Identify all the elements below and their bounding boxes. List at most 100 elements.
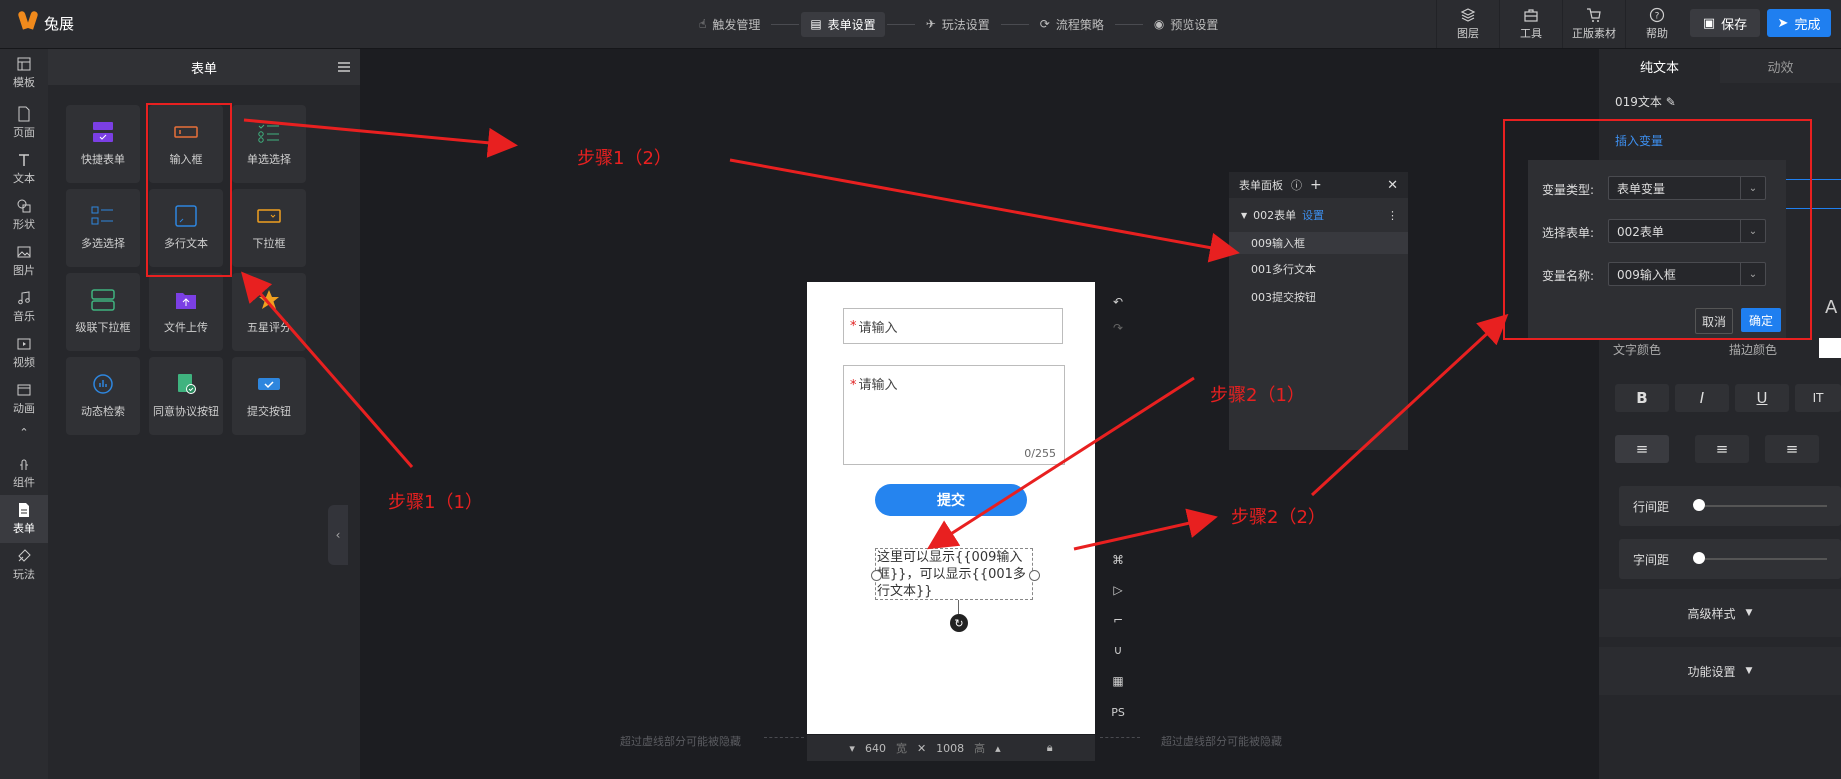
rail-label: 形状	[13, 218, 35, 231]
rail-item-shape[interactable]: 形状	[0, 191, 48, 239]
save-icon: ▣	[1702, 15, 1716, 31]
form-group-row[interactable]: ▼ 002表单 设置 ⋮	[1229, 204, 1408, 226]
layers-button[interactable]: 图层	[1436, 0, 1499, 48]
tile-dynamic-search[interactable]: 动态检索	[66, 357, 140, 435]
align-center-button[interactable]: ≡	[1695, 435, 1749, 463]
font-icon[interactable]: A	[1825, 297, 1837, 318]
rail-label: 组件	[13, 476, 35, 489]
rail-label: 音乐	[13, 310, 35, 323]
tile-agree-button[interactable]: 同意协议按钮	[149, 357, 223, 435]
close-icon[interactable]: ✕	[1387, 178, 1398, 193]
rail-expand[interactable]: ⌃	[0, 421, 48, 443]
undo-button[interactable]: ↶	[1108, 292, 1128, 312]
more-icon[interactable]: ⋮	[1387, 209, 1398, 222]
rail-item-text[interactable]: 文本	[0, 145, 48, 193]
canvas-input-field[interactable]: * 请输入	[843, 308, 1063, 344]
required-mark: *	[850, 318, 857, 334]
edit-icon[interactable]: ✎	[1666, 95, 1676, 109]
panel-collapse-handle[interactable]: ‹	[328, 505, 348, 565]
letter-spacing-knob[interactable]	[1693, 552, 1705, 564]
menu-icon[interactable]	[336, 59, 352, 75]
color-swatch[interactable]	[1819, 338, 1841, 358]
step-preview-settings[interactable]: ◉ 预览设置	[1145, 12, 1228, 37]
shortcut-icon: ⌘	[1112, 553, 1124, 567]
grid-button[interactable]: ▦	[1108, 671, 1128, 691]
element-name: 019文本	[1615, 95, 1662, 109]
rail-item-component[interactable]: 组件	[0, 449, 48, 497]
resize-handle-left[interactable]	[871, 570, 882, 581]
rail-item-page[interactable]: 页面	[0, 99, 48, 147]
lock-icon[interactable]: 🔒︎	[1047, 741, 1053, 755]
shortcut-button[interactable]: ⌘	[1108, 550, 1128, 570]
rail-item-template[interactable]: 模板	[0, 49, 48, 97]
rail-item-play[interactable]: 玩法	[0, 541, 48, 589]
tile-cascade[interactable]: 级联下拉框	[66, 273, 140, 351]
info-icon[interactable]: ⓘ	[1291, 177, 1302, 193]
add-icon[interactable]: +	[1310, 177, 1322, 193]
rail-item-form[interactable]: 表单	[0, 495, 48, 543]
canvas-submit-button[interactable]: 提交	[875, 484, 1027, 516]
italic-button[interactable]: I	[1675, 384, 1729, 412]
tile-checkbox[interactable]: 多选选择	[66, 189, 140, 267]
tile-upload[interactable]: 文件上传	[149, 273, 223, 351]
phone-canvas[interactable]: * 请输入 * 请输入 0/255 提交 这里可以显示{{009输入框}}，可以显示…	[807, 282, 1095, 734]
rotate-icon: ↻	[954, 616, 964, 630]
form-item-row[interactable]: 003提交按钮	[1229, 286, 1408, 308]
help-button[interactable]: ? 帮助	[1625, 0, 1688, 48]
tile-label: 单选选择	[247, 153, 291, 166]
rotate-handle[interactable]: ↻	[950, 614, 968, 632]
rail-item-music[interactable]: 音乐	[0, 283, 48, 331]
line-spacing-knob[interactable]	[1693, 499, 1705, 511]
resize-handle-right[interactable]	[1029, 570, 1040, 581]
advanced-style-section[interactable]: 高级样式 ▼	[1599, 589, 1841, 637]
preview-play-button[interactable]: ▷	[1108, 580, 1128, 600]
step-trigger[interactable]: ☝ 触发管理	[690, 12, 769, 37]
save-button[interactable]: ▣ 保存	[1690, 9, 1760, 37]
annotation-box-components	[146, 103, 232, 277]
step-play-settings[interactable]: ✈ 玩法设置	[917, 12, 999, 37]
align-left-button[interactable]: ≡	[1615, 435, 1669, 463]
vertical-text-button[interactable]: IT	[1795, 384, 1841, 412]
toolbox-button[interactable]: 工具	[1499, 0, 1562, 48]
line-spacing-track[interactable]	[1697, 505, 1827, 507]
chevron-up-icon[interactable]: ▴	[995, 742, 1001, 755]
tab-animation[interactable]: 动效	[1720, 49, 1841, 83]
rail-item-animation[interactable]: 动画	[0, 375, 48, 423]
height-value[interactable]: 1008	[936, 742, 964, 755]
paint-button[interactable]: ⌐	[1108, 610, 1128, 630]
ps-button[interactable]: PS	[1108, 702, 1128, 722]
underline-button[interactable]: U	[1735, 384, 1789, 412]
element-name-row[interactable]: 019文本 ✎	[1615, 93, 1676, 110]
step-form-settings[interactable]: ▤ 表单设置	[801, 11, 885, 37]
letter-spacing-track[interactable]	[1697, 558, 1827, 560]
chevron-down-icon[interactable]: ▾	[849, 742, 855, 755]
assets-button[interactable]: 正版素材	[1562, 0, 1625, 48]
magnet-button[interactable]: ∪	[1108, 640, 1128, 660]
app-logo[interactable]: 兔展	[18, 8, 78, 38]
function-settings-section[interactable]: 功能设置 ▼	[1599, 647, 1841, 695]
tile-radio[interactable]: 单选选择	[232, 105, 306, 183]
tile-quick-form[interactable]: 快捷表单	[66, 105, 140, 183]
form-item-row[interactable]: 009输入框	[1229, 232, 1408, 254]
form-item-row[interactable]: 001多行文本	[1229, 258, 1408, 280]
rail-item-video[interactable]: 视频	[0, 329, 48, 377]
tab-plain-text[interactable]: 纯文本	[1599, 49, 1720, 83]
selected-text-element[interactable]: 这里可以显示{{009输入框}}，可以显示{{001多行文本}}	[875, 548, 1033, 600]
step-label: 预览设置	[1170, 17, 1219, 32]
tile-dropdown[interactable]: 下拉框	[232, 189, 306, 267]
form-settings-link[interactable]: 设置	[1302, 207, 1324, 223]
tile-submit-button[interactable]: 提交按钮	[232, 357, 306, 435]
step-flow-strategy[interactable]: ⟳ 流程策略	[1031, 12, 1113, 37]
canvas-textarea-field[interactable]: * 请输入 0/255	[843, 365, 1065, 465]
link-icon[interactable]: ✕	[917, 742, 926, 755]
done-button[interactable]: ➤ 完成	[1767, 9, 1831, 37]
rail-label: 图片	[13, 264, 35, 277]
align-right-button[interactable]: ≡	[1765, 435, 1819, 463]
width-value[interactable]: 640	[865, 742, 886, 755]
functions-label: 功能设置	[1687, 664, 1736, 679]
bold-button[interactable]: B	[1615, 384, 1669, 412]
rail-item-image[interactable]: 图片	[0, 237, 48, 285]
redo-button[interactable]: ↷	[1108, 318, 1128, 338]
paint-icon: ⌐	[1112, 613, 1124, 627]
tile-star-rating[interactable]: 五星评分	[232, 273, 306, 351]
